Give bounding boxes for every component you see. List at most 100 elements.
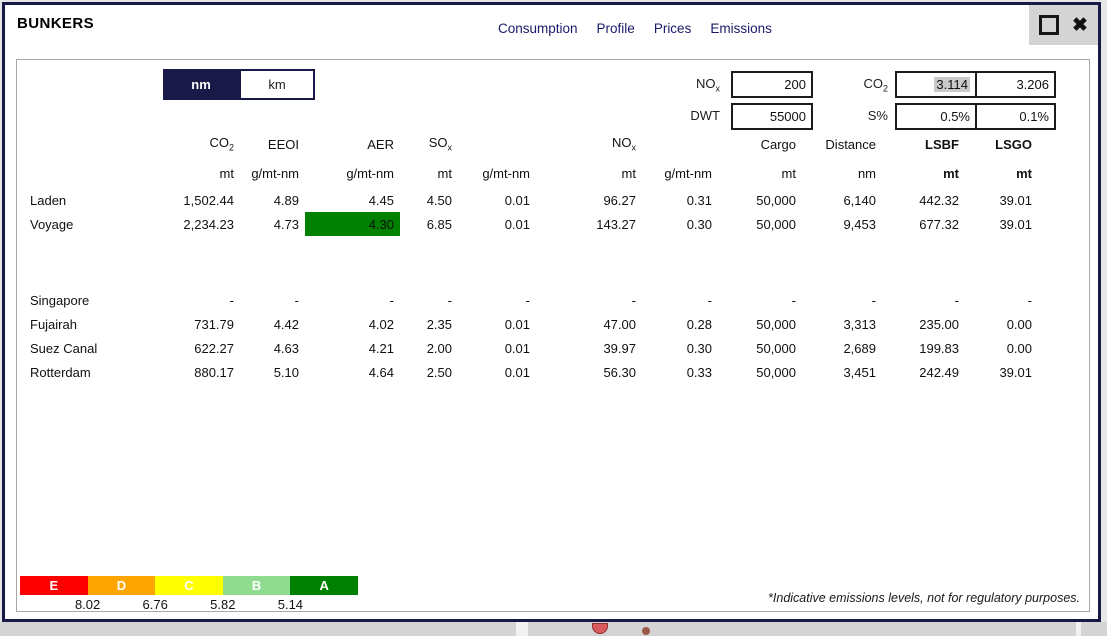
table-cell: 47.00: [536, 312, 642, 336]
table-cell: 96.27: [536, 188, 642, 212]
table-row: Laden1,502.444.894.454.500.0196.270.3150…: [20, 188, 1038, 212]
column-unit: mt: [536, 158, 642, 188]
table-body: Laden1,502.444.894.454.500.0196.270.3150…: [20, 188, 1038, 384]
column-unit: [20, 158, 145, 188]
spacer-row: [20, 236, 1038, 288]
table-cell: -: [536, 288, 642, 312]
table-cell: 0.30: [642, 336, 718, 360]
table-cell: -: [240, 288, 305, 312]
table-cell: -: [965, 288, 1038, 312]
maximize-icon[interactable]: [1039, 15, 1059, 35]
column-header: Cargo: [718, 130, 802, 158]
co2-input-1[interactable]: 3.114: [895, 71, 977, 98]
column-unit: nm: [802, 158, 882, 188]
table-cell: 39.97: [536, 336, 642, 360]
table-cell: -: [400, 288, 458, 312]
table-cell: 442.32: [882, 188, 965, 212]
table-cell: 242.49: [882, 360, 965, 384]
table-cell: 677.32: [882, 212, 965, 236]
table-cell: 50,000: [718, 312, 802, 336]
background-artifact: [592, 623, 608, 634]
co2-input-2[interactable]: 3.206: [975, 71, 1056, 98]
table-cell: -: [802, 288, 882, 312]
table-cell: -: [145, 288, 240, 312]
table-header-names: CO2EEOIAERSOxNOxCargoDistanceLSBFLSGO: [20, 130, 1038, 158]
column-unit: mt: [145, 158, 240, 188]
table-cell: 3,451: [802, 360, 882, 384]
column-header: Distance: [802, 130, 882, 158]
rating-grade-d: D: [88, 576, 156, 595]
tab-consumption[interactable]: Consumption: [498, 21, 578, 36]
table-cell: 39.01: [965, 360, 1038, 384]
table-cell: 50,000: [718, 212, 802, 236]
column-unit: g/mt-nm: [305, 158, 400, 188]
column-header: AER: [305, 130, 400, 158]
rating-threshold: 6.76: [143, 597, 168, 612]
background-artifact: [1076, 622, 1081, 636]
tab-prices[interactable]: Prices: [654, 21, 692, 36]
table-cell: 0.00: [965, 312, 1038, 336]
table-cell: 199.83: [882, 336, 965, 360]
table-cell: -: [642, 288, 718, 312]
close-icon[interactable]: ✖: [1072, 16, 1088, 35]
table-cell: 50,000: [718, 360, 802, 384]
table-cell: 880.17: [145, 360, 240, 384]
s-pct-label: S%: [818, 103, 888, 129]
row-label: Voyage: [20, 212, 145, 236]
row-label: Rotterdam: [20, 360, 145, 384]
dwt-label: DWT: [650, 103, 720, 129]
s-pct-input-2[interactable]: 0.1%: [975, 103, 1056, 130]
table-cell: 4.30: [305, 212, 400, 236]
rating-threshold: 5.82: [210, 597, 235, 612]
column-header: [20, 130, 145, 158]
toggle-nm-button[interactable]: nm: [163, 69, 239, 100]
column-header: EEOI: [240, 130, 305, 158]
dwt-input[interactable]: 55000: [731, 103, 813, 130]
table-cell: 0.01: [458, 312, 536, 336]
table-cell: 56.30: [536, 360, 642, 384]
background-artifact: [642, 627, 650, 635]
table-cell: 4.63: [240, 336, 305, 360]
table-cell: 2,689: [802, 336, 882, 360]
column-header: [642, 130, 718, 158]
table-row: Rotterdam880.175.104.642.500.0156.300.33…: [20, 360, 1038, 384]
tab-emissions[interactable]: Emissions: [710, 21, 772, 36]
table-cell: 0.00: [965, 336, 1038, 360]
column-unit: g/mt-nm: [458, 158, 536, 188]
rating-threshold: 5.14: [278, 597, 303, 612]
column-header: CO2: [145, 130, 240, 158]
bunkers-window: BUNKERS Consumption Profile Prices Emission…: [2, 2, 1101, 622]
emissions-table: CO2EEOIAERSOxNOxCargoDistanceLSBFLSGO mt…: [20, 130, 1038, 384]
table-cell: 0.33: [642, 360, 718, 384]
nox-input[interactable]: 200: [731, 71, 813, 98]
table-cell: 4.89: [240, 188, 305, 212]
rating-grade-a: A: [290, 576, 358, 595]
table-cell: 5.10: [240, 360, 305, 384]
column-unit: mt: [882, 158, 965, 188]
table-cell: 622.27: [145, 336, 240, 360]
table-cell: 9,453: [802, 212, 882, 236]
rating-grade-c: C: [155, 576, 223, 595]
nox-label: NOx: [650, 71, 720, 97]
table-cell: 4.21: [305, 336, 400, 360]
column-header: LSGO: [965, 130, 1038, 158]
page-title: BUNKERS: [17, 15, 94, 32]
table-cell: 4.45: [305, 188, 400, 212]
tab-profile[interactable]: Profile: [597, 21, 635, 36]
table-row: Fujairah731.794.424.022.350.0147.000.285…: [20, 312, 1038, 336]
column-header: LSBF: [882, 130, 965, 158]
s-pct-input-1[interactable]: 0.5%: [895, 103, 977, 130]
row-label: Suez Canal: [20, 336, 145, 360]
rating-thresholds: 8.026.765.825.14: [20, 597, 358, 613]
column-unit: mt: [400, 158, 458, 188]
row-label: Fujairah: [20, 312, 145, 336]
toggle-km-button[interactable]: km: [239, 69, 315, 100]
table-header-units: mtg/mt-nmg/mt-nmmtg/mt-nmmtg/mt-nmmtnmmt…: [20, 158, 1038, 188]
disclaimer-footnote: *Indicative emissions levels, not for re…: [768, 591, 1080, 605]
table-row: Suez Canal622.274.634.212.000.0139.970.3…: [20, 336, 1038, 360]
row-label: Singapore: [20, 288, 145, 312]
column-header: [458, 130, 536, 158]
table-cell: 39.01: [965, 188, 1038, 212]
table-cell: 50,000: [718, 188, 802, 212]
background-page-strip: [0, 622, 1107, 636]
